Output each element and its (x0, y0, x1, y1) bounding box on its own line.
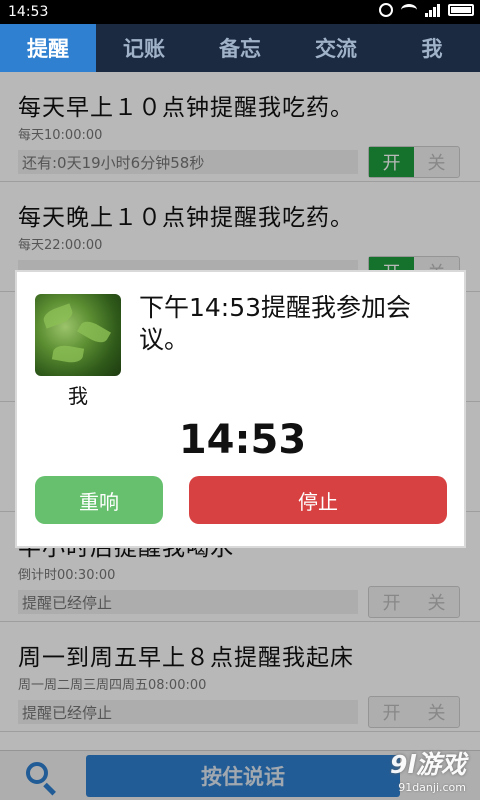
watermark-url: 91danji.com (398, 781, 466, 794)
status-time: 14:53 (8, 4, 49, 20)
tab-bar: 提醒 记账 备忘 交流 我 (0, 24, 480, 72)
watermark: 9l游戏 91danji.com (390, 745, 466, 794)
alarm-message: 下午14:53提醒我参加会议。 (139, 293, 412, 354)
tab-me[interactable]: 我 (384, 24, 480, 72)
status-icons (379, 3, 474, 17)
tab-reminders[interactable]: 提醒 (0, 24, 96, 72)
signal-icon (425, 3, 440, 17)
alarm-time: 14:53 (178, 417, 307, 463)
tab-accounting[interactable]: 记账 (96, 24, 192, 72)
avatar-name: 我 (68, 384, 88, 408)
tab-memo[interactable]: 备忘 (192, 24, 288, 72)
tab-social[interactable]: 交流 (288, 24, 384, 72)
snooze-button[interactable]: 重响 (35, 476, 163, 524)
wifi-icon (401, 4, 417, 16)
alarm-icon (379, 3, 393, 17)
status-bar: 14:53 (0, 0, 480, 24)
battery-icon (448, 4, 474, 16)
avatar (35, 294, 121, 376)
alarm-dialog: 我 下午14:53提醒我参加会议。 14:53 重响 停止 (15, 270, 466, 548)
watermark-logo: 9l游戏 (390, 750, 466, 779)
stop-button[interactable]: 停止 (189, 476, 447, 524)
